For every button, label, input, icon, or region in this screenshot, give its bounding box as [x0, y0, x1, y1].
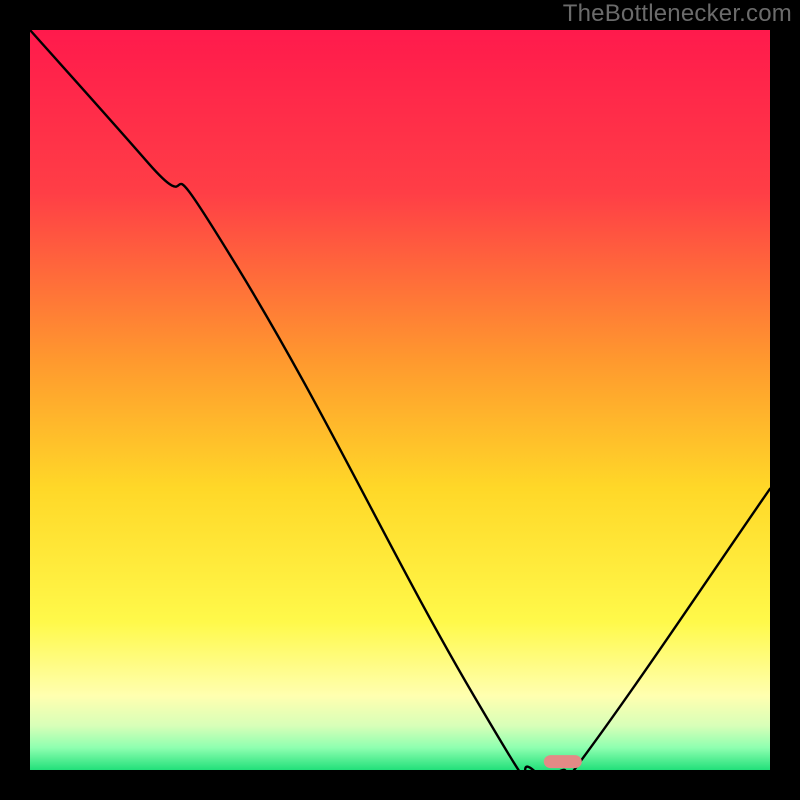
bottleneck-chart	[30, 30, 770, 770]
attribution-watermark: TheBottlenecker.com	[563, 0, 792, 28]
optimal-marker	[544, 755, 582, 768]
chart-background	[30, 30, 770, 770]
chart-frame: TheBottlenecker.com	[0, 0, 800, 800]
